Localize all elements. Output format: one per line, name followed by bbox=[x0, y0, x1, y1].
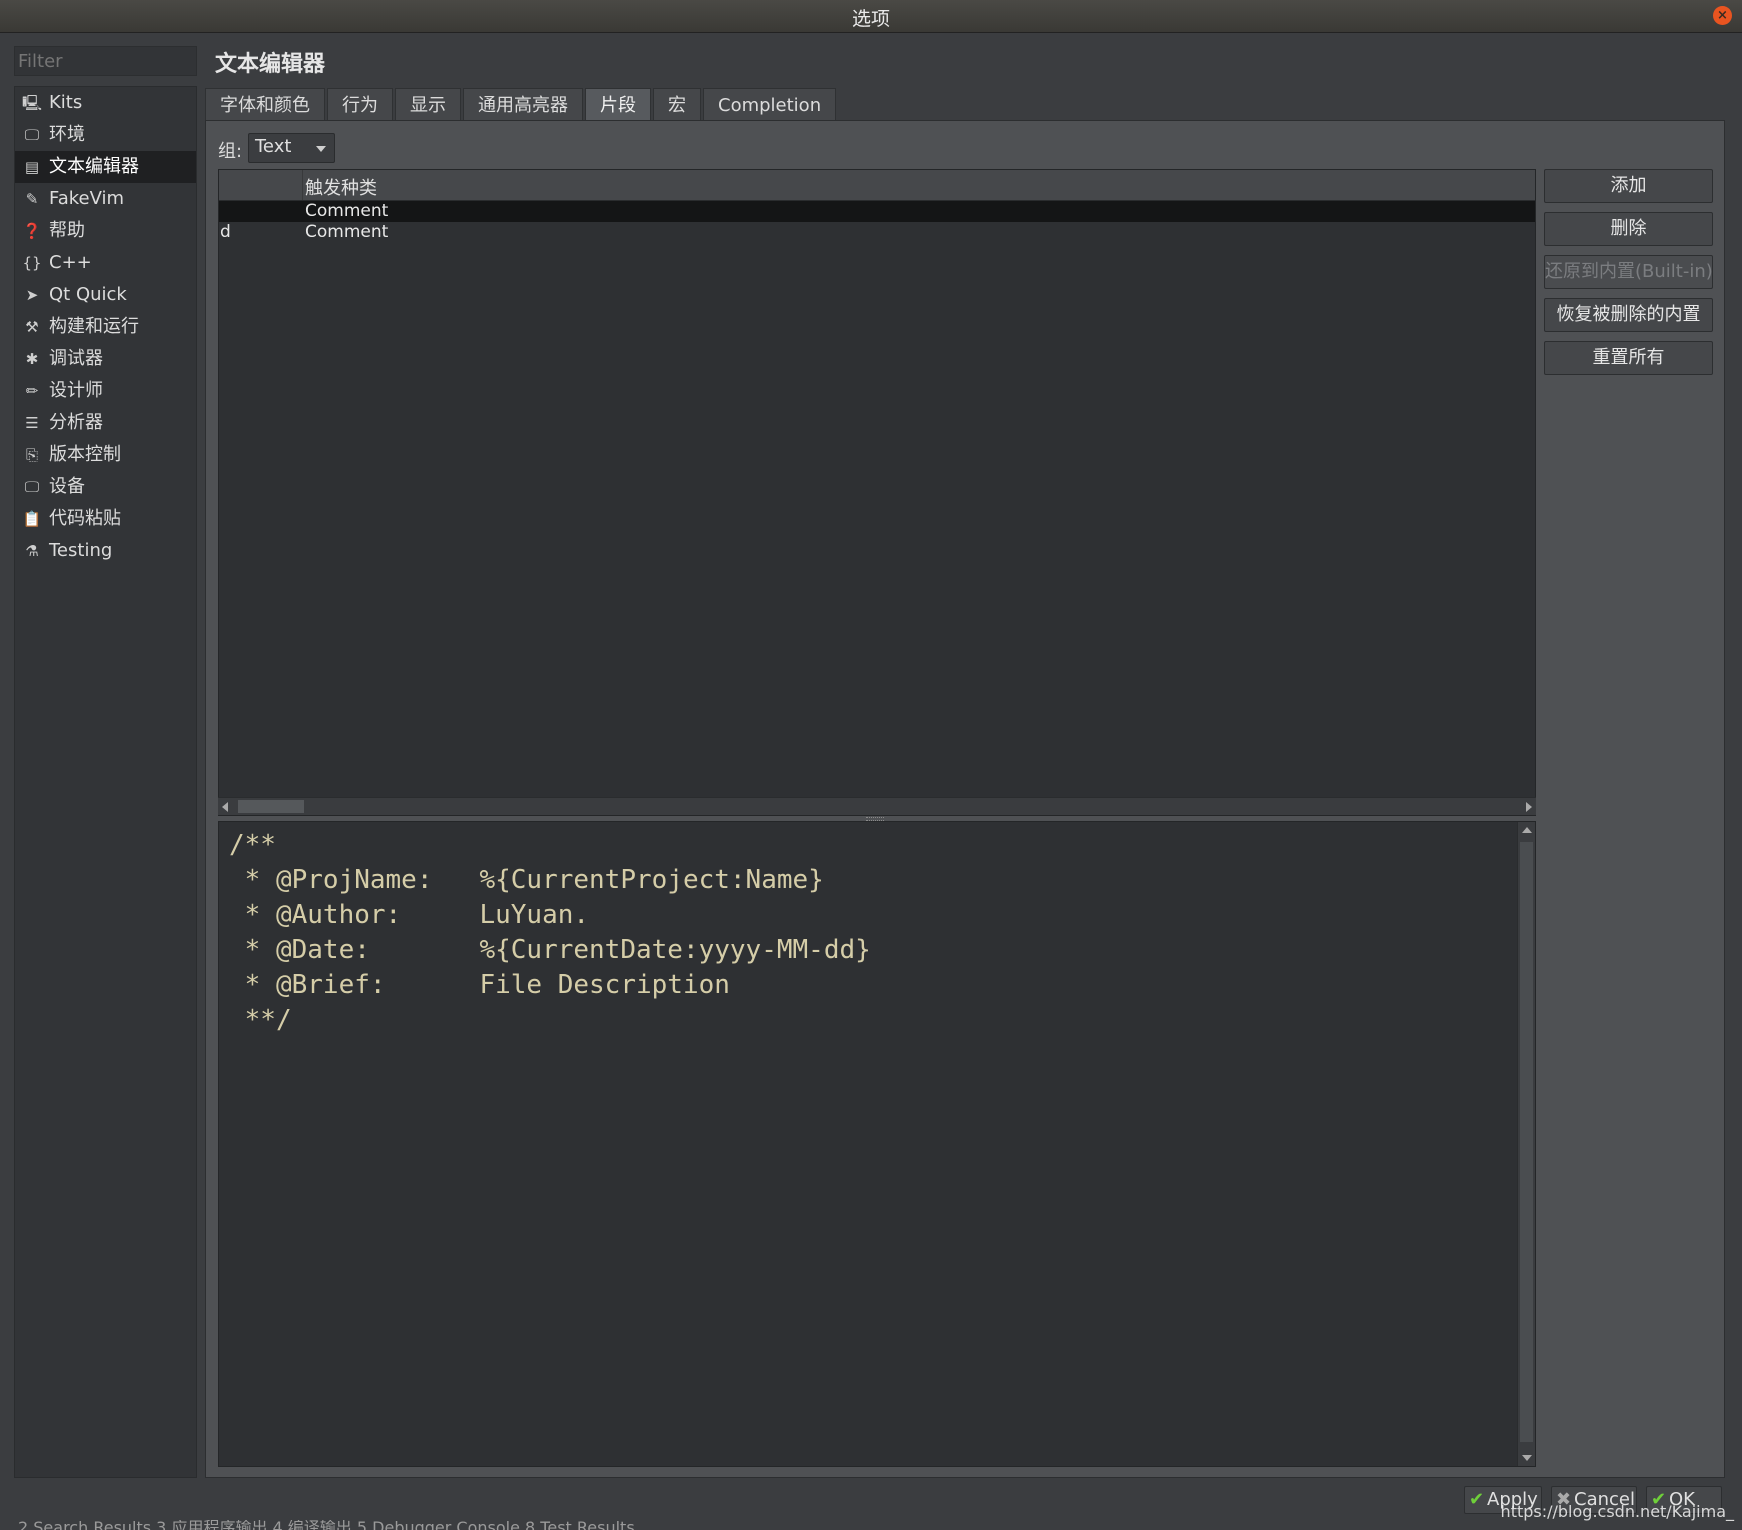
sidebar-item[interactable]: 🖵 设备 bbox=[15, 471, 196, 503]
code-line: **/ bbox=[229, 1005, 292, 1035]
pencil-icon: ✏ bbox=[25, 382, 39, 400]
scroll-up-icon[interactable] bbox=[1522, 827, 1532, 833]
sidebar-item-label: 构建和运行 bbox=[49, 316, 139, 337]
remove-button[interactable]: 删除 bbox=[1544, 212, 1713, 246]
sidebar-item[interactable]: {} C++ bbox=[15, 247, 196, 279]
code-line: * @Brief: File Description bbox=[229, 970, 730, 1000]
sidebar-item-label: C++ bbox=[49, 252, 92, 273]
trigger-cell: d bbox=[220, 222, 231, 242]
table-header: 触发种类 bbox=[219, 170, 1535, 201]
reset-all-button[interactable]: 重置所有 bbox=[1544, 341, 1713, 375]
sidebar-item-label: 环境 bbox=[49, 124, 85, 145]
sidebar-item[interactable]: ✎ FakeVim bbox=[15, 183, 196, 215]
sidebar-item-label: 设备 bbox=[49, 476, 85, 497]
vertical-scrollbar[interactable] bbox=[1517, 822, 1535, 1466]
group-select[interactable]: Text bbox=[248, 133, 335, 163]
sidebar-item[interactable]: ✱ 调试器 bbox=[15, 343, 196, 375]
tab[interactable]: 字体和颜色 bbox=[205, 88, 325, 121]
sidebar-item[interactable]: ⚒ 构建和运行 bbox=[15, 311, 196, 343]
code-line: * @Author: LuYuan. bbox=[229, 900, 590, 930]
help-icon: ❓ bbox=[22, 222, 42, 240]
snippet-editor[interactable]: /** * @ProjName: %{CurrentProject:Name} … bbox=[218, 821, 1536, 1467]
snippets-panel: 组: Text 触发种类 Comment d Comment /** * @Proj… bbox=[205, 120, 1725, 1478]
tab[interactable]: 显示 bbox=[395, 88, 461, 121]
code-line: /** bbox=[229, 830, 276, 860]
snippet-table[interactable]: 触发种类 Comment d Comment bbox=[218, 169, 1536, 816]
sidebar-item[interactable]: ✏ 设计师 bbox=[15, 375, 196, 407]
output-pane-tabs-label[interactable]: 2 Search Results 3 应用程序输出 4 编译输出 5 Debug… bbox=[18, 1520, 635, 1530]
sidebar-item-label: Qt Quick bbox=[49, 284, 127, 305]
clipboard-icon: 📋 bbox=[22, 510, 42, 528]
kind-cell: Comment bbox=[305, 222, 389, 242]
restore-removed-builtins-button[interactable]: 恢复被删除的内置 bbox=[1544, 298, 1713, 332]
sidebar-item-label: 帮助 bbox=[49, 220, 85, 241]
sidebar-item-label: 调试器 bbox=[49, 348, 103, 369]
sidebar-item[interactable]: ⎘ 版本控制 bbox=[15, 439, 196, 471]
tab[interactable]: 行为 bbox=[327, 88, 393, 121]
sidebar-item-label: 版本控制 bbox=[49, 444, 121, 465]
code-line: * @ProjName: %{CurrentProject:Name} bbox=[229, 865, 824, 895]
scroll-right-icon[interactable] bbox=[1526, 802, 1532, 812]
filter-input[interactable] bbox=[14, 46, 197, 76]
chevron-down-icon bbox=[316, 146, 326, 152]
watermark: https://blog.csdn.net/Kajima_ bbox=[1500, 1502, 1734, 1521]
output-pane-tabs: 2 Search Results 3 应用程序输出 4 编译输出 5 Debug… bbox=[0, 1520, 1742, 1530]
scroll-left-icon[interactable] bbox=[222, 802, 228, 812]
settings-tabs: 字体和颜色 行为 显示 通用高亮器 片段宏 Completion bbox=[205, 88, 838, 121]
kind-cell: Comment bbox=[305, 201, 389, 221]
tab[interactable]: Completion bbox=[703, 88, 837, 121]
sidebar-item[interactable]: ☰ 分析器 bbox=[15, 407, 196, 439]
fakevim-icon: ✎ bbox=[25, 190, 39, 208]
revert-builtin-button[interactable]: 还原到内置(Built-in) bbox=[1544, 255, 1713, 289]
bug-icon: ✱ bbox=[25, 350, 39, 368]
sidebar-item[interactable]: 🖵 环境 bbox=[15, 119, 196, 151]
sidebar-item[interactable]: ▤ 文本编辑器 bbox=[15, 151, 196, 183]
page-title: 文本编辑器 bbox=[215, 52, 326, 77]
sidebar-item[interactable]: ❓ 帮助 bbox=[15, 215, 196, 247]
sidebar-item-label: 分析器 bbox=[49, 412, 103, 433]
tab[interactable]: 通用高亮器 bbox=[463, 88, 583, 121]
snippet-code[interactable]: /** * @ProjName: %{CurrentProject:Name} … bbox=[229, 828, 871, 1038]
flask-icon: ⚗ bbox=[25, 542, 39, 560]
sidebar-item-label: 代码粘贴 bbox=[49, 508, 121, 529]
sidebar-item-label: FakeVim bbox=[49, 188, 125, 209]
options-category-list: 🖳 Kits 🖵 环境 ▤ 文本编辑器 ✎ FakeVim ❓ 帮助 {} C++ ➤ Qt Quick ⚒… bbox=[14, 86, 197, 1478]
text-editor-icon: ▤ bbox=[24, 158, 40, 176]
version-control-icon: ⎘ bbox=[25, 446, 38, 464]
sidebar-item[interactable]: 📋 代码粘贴 bbox=[15, 503, 196, 535]
device-icon: 🖵 bbox=[24, 478, 40, 496]
check-icon: ✔ bbox=[1469, 1489, 1485, 1510]
monitor-icon: 🖵 bbox=[24, 126, 40, 144]
sidebar-item-label: 文本编辑器 bbox=[49, 156, 139, 177]
sidebar-item[interactable]: ⚗ Testing bbox=[15, 535, 196, 567]
tab[interactable]: 宏 bbox=[653, 88, 701, 121]
add-button[interactable]: 添加 bbox=[1544, 169, 1713, 203]
qtquick-icon: ➤ bbox=[25, 286, 39, 304]
group-select-value: Text bbox=[255, 136, 292, 157]
tab[interactable]: 片段 bbox=[585, 88, 651, 121]
table-row[interactable]: Comment bbox=[219, 201, 1535, 222]
column-header-kind[interactable]: 触发种类 bbox=[305, 174, 377, 200]
sidebar-item-label: 设计师 bbox=[49, 380, 103, 401]
analyzer-icon: ☰ bbox=[25, 414, 39, 432]
hammer-icon: ⚒ bbox=[25, 318, 39, 336]
column-separator[interactable] bbox=[302, 170, 303, 200]
horizontal-scrollbar[interactable] bbox=[218, 797, 1536, 815]
sidebar-item-label: Testing bbox=[49, 540, 113, 561]
scrollbar-thumb[interactable] bbox=[1520, 842, 1533, 1442]
scrollbar-thumb[interactable] bbox=[238, 800, 304, 813]
kits-icon: 🖳 bbox=[22, 94, 43, 112]
window-title: 选项 bbox=[851, 8, 890, 30]
group-label: 组: bbox=[218, 141, 243, 162]
sidebar-item[interactable]: 🖳 Kits bbox=[15, 87, 196, 119]
close-icon[interactable]: × bbox=[1713, 6, 1732, 25]
sidebar-item[interactable]: ➤ Qt Quick bbox=[15, 279, 196, 311]
table-row[interactable]: d Comment bbox=[219, 222, 1535, 243]
code-line: * @Date: %{CurrentDate:yyyy-MM-dd} bbox=[229, 935, 871, 965]
window-titlebar: 选项 × bbox=[0, 0, 1742, 33]
sidebar-item-label: Kits bbox=[49, 92, 83, 113]
braces-icon: {} bbox=[22, 254, 42, 272]
scroll-down-icon[interactable] bbox=[1522, 1455, 1532, 1461]
